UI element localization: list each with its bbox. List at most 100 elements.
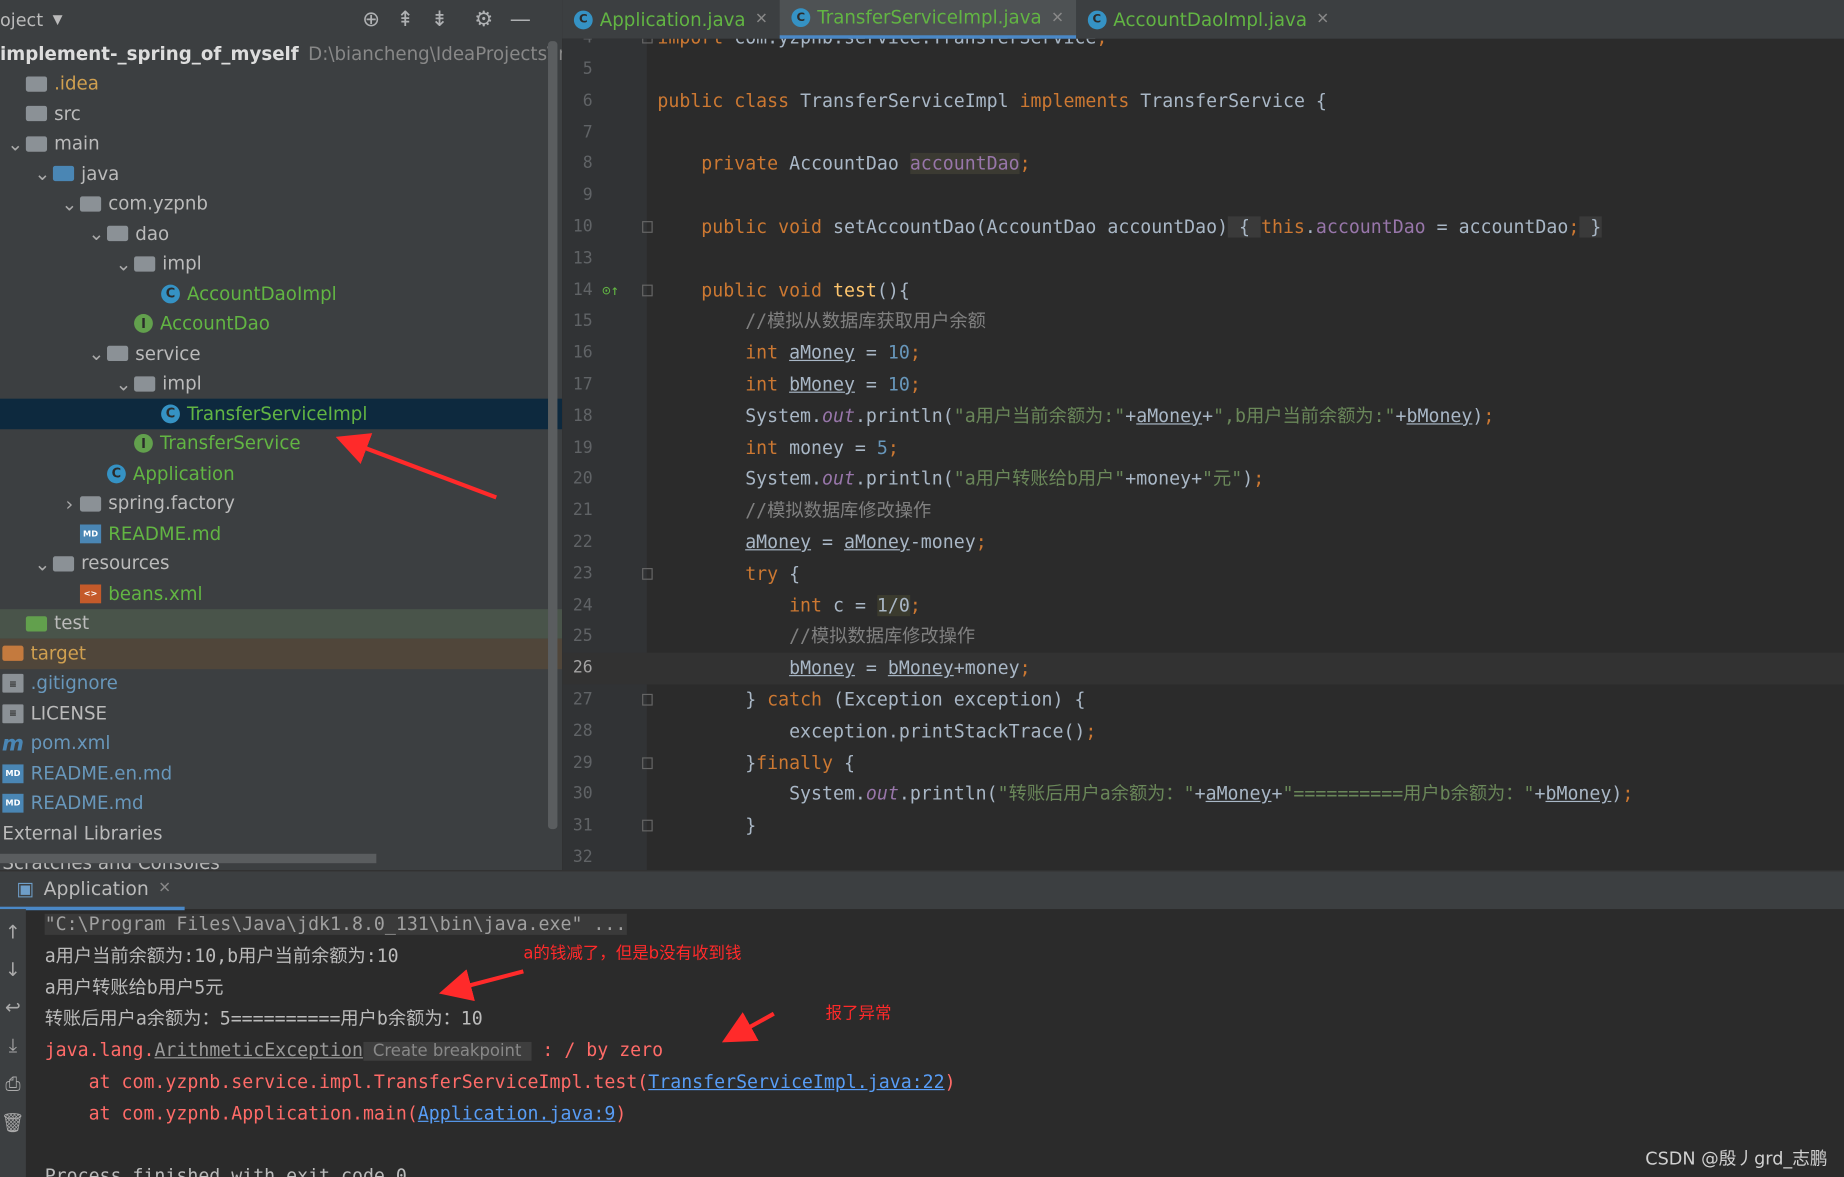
fold-marker-icon[interactable] bbox=[642, 819, 653, 832]
chevron-down-icon[interactable]: ▼ bbox=[53, 12, 63, 27]
close-icon[interactable]: ✕ bbox=[1316, 11, 1329, 29]
code-editor[interactable]: 4 import com.yzpnb.service.TransferServic… bbox=[562, 38, 1844, 871]
fold-marker-icon[interactable] bbox=[642, 756, 653, 769]
tree-item[interactable]: C Application bbox=[0, 459, 562, 489]
implements-gutter-icon[interactable]: ⊙↑ bbox=[602, 275, 619, 307]
code-line[interactable]: 30 System.out.println("转账后用户a余额为："+aMone… bbox=[562, 779, 1844, 811]
code-token: accountDao bbox=[909, 153, 1020, 175]
tree-item[interactable]: MD README.md bbox=[0, 519, 562, 549]
chevron-down-icon[interactable]: ⌄ bbox=[113, 253, 134, 275]
code-line[interactable]: 7 bbox=[562, 117, 1844, 149]
code-line[interactable]: 21 //模拟数据库修改操作 bbox=[562, 495, 1844, 527]
project-view-dropdown[interactable]: oject bbox=[0, 9, 43, 30]
close-icon[interactable]: ✕ bbox=[1051, 9, 1064, 27]
stack-trace-link[interactable]: Application.java:9 bbox=[418, 1103, 616, 1124]
vertical-scrollbar[interactable] bbox=[548, 41, 558, 830]
fold-marker-icon[interactable] bbox=[642, 221, 653, 233]
code-line[interactable]: 22 aMoney = aMoney-money; bbox=[562, 527, 1844, 559]
tree-item[interactable]: test bbox=[0, 608, 563, 639]
code-line[interactable]: 13 bbox=[562, 243, 1844, 275]
tree-item[interactable]: MD README.en.md bbox=[0, 759, 562, 789]
fold-marker-icon[interactable] bbox=[642, 567, 653, 580]
chevron-down-icon[interactable]: ⌄ bbox=[86, 223, 107, 245]
fold-marker-icon[interactable] bbox=[642, 284, 653, 296]
trash-icon[interactable]: 🗑 bbox=[1, 1111, 25, 1133]
horizontal-scrollbar[interactable] bbox=[0, 853, 377, 864]
chevron-down-icon[interactable]: ⌄ bbox=[5, 133, 26, 155]
code-line[interactable]: 28 exception.printStackTrace(); bbox=[562, 716, 1844, 748]
tree-item[interactable]: I AccountDao bbox=[0, 309, 562, 339]
tree-item[interactable]: ≡ .gitignore bbox=[0, 669, 562, 699]
chevron-down-icon[interactable]: ⌄ bbox=[86, 343, 107, 365]
tree-item[interactable]: ⌄ com.yzpnb bbox=[0, 189, 562, 219]
tree-item[interactable]: .idea bbox=[0, 69, 562, 99]
editor-tab[interactable]: C AccountDaoImpl.java ✕ bbox=[1076, 0, 1341, 39]
minimize-icon[interactable]: — bbox=[510, 7, 531, 32]
code-line[interactable]: 6 public class TransferServiceImpl implem… bbox=[562, 86, 1844, 118]
tree-item[interactable]: ⌄ service bbox=[0, 339, 562, 369]
tree-item[interactable]: ⌄ main bbox=[0, 129, 562, 159]
chevron-down-icon[interactable]: ⌄ bbox=[32, 552, 53, 574]
tree-item[interactable]: target bbox=[0, 638, 563, 669]
code-line[interactable]: 26 bMoney = bMoney+money; bbox=[562, 652, 1844, 685]
chevron-right-icon[interactable]: › bbox=[59, 492, 80, 514]
arrow-up-icon[interactable]: ↑ bbox=[5, 921, 21, 943]
arrow-down-icon[interactable]: ↓ bbox=[5, 958, 21, 980]
locate-icon[interactable]: ⊕ bbox=[362, 7, 380, 32]
tree-item[interactable]: m pom.xml bbox=[0, 729, 562, 759]
editor-tab[interactable]: C Application.java ✕ bbox=[562, 0, 779, 39]
tree-item[interactable]: › spring.factory bbox=[0, 489, 562, 519]
create-breakpoint-button[interactable]: Create breakpoint bbox=[362, 1042, 532, 1061]
project-root[interactable]: implement-_spring_of_myself D:\biancheng… bbox=[0, 39, 562, 69]
tree-item[interactable]: ⌄ resources bbox=[0, 549, 562, 579]
code-line[interactable]: 31 } bbox=[562, 810, 1844, 842]
soft-wrap-icon[interactable]: ↩ bbox=[5, 996, 21, 1018]
code-line[interactable]: 29 }finally { bbox=[562, 747, 1844, 779]
code-line[interactable]: 23 try { bbox=[562, 558, 1844, 590]
tree-item[interactable]: I TransferService bbox=[0, 429, 562, 459]
fold-marker-icon[interactable] bbox=[642, 693, 653, 706]
chevron-down-icon[interactable]: ⌄ bbox=[32, 163, 53, 185]
tab-application-run[interactable]: ▣ Application ✕ bbox=[0, 871, 185, 910]
tree-item[interactable]: ⌄ java bbox=[0, 159, 562, 189]
code-line[interactable]: 4 import com.yzpnb.service.TransferServic… bbox=[562, 38, 1844, 54]
code-line[interactable]: 17 int bMoney = 10; bbox=[562, 369, 1844, 401]
tree-item[interactable]: MD README.md bbox=[0, 789, 562, 819]
code-line[interactable]: 25 //模拟数据库修改操作 bbox=[562, 621, 1844, 653]
code-line[interactable]: 9 bbox=[562, 180, 1844, 212]
tree-item[interactable]: External Libraries bbox=[0, 819, 562, 849]
code-token: java.lang. bbox=[44, 1039, 155, 1061]
gear-icon[interactable]: ⚙ bbox=[474, 7, 493, 32]
expand-all-icon[interactable]: ⇞ bbox=[396, 7, 414, 32]
tree-item[interactable]: ⌄ impl bbox=[0, 369, 562, 399]
code-line[interactable]: 16 int aMoney = 10; bbox=[562, 338, 1844, 370]
tree-item[interactable]: ⌄ dao bbox=[0, 219, 562, 249]
code-line[interactable]: 19 int money = 5; bbox=[562, 432, 1844, 464]
close-icon[interactable]: ✕ bbox=[158, 880, 171, 898]
code-line[interactable]: 32 bbox=[562, 842, 1844, 870]
tree-item[interactable]: C TransferServiceImpl bbox=[0, 398, 563, 429]
code-line[interactable]: 14 ⊙↑ public void test(){ bbox=[562, 275, 1844, 307]
close-icon[interactable]: ✕ bbox=[755, 11, 768, 29]
tree-item[interactable]: ≡ LICENSE bbox=[0, 699, 562, 729]
print-icon[interactable]: ⎙ bbox=[5, 1073, 20, 1097]
code-line[interactable]: 5 bbox=[562, 54, 1844, 86]
tree-item[interactable]: src bbox=[0, 99, 562, 129]
chevron-down-icon[interactable]: ⌄ bbox=[113, 373, 134, 395]
code-line[interactable]: 20 System.out.println("a用户转账给b用户"+money+… bbox=[562, 464, 1844, 496]
code-line[interactable]: 10 public void setAccountDao(AccountDao … bbox=[562, 212, 1844, 244]
scroll-to-end-icon[interactable]: ⤓ bbox=[9, 1034, 17, 1058]
code-line[interactable]: 8 private AccountDao accountDao; bbox=[562, 149, 1844, 181]
collapse-all-icon[interactable]: ⇟ bbox=[431, 7, 449, 32]
code-line[interactable]: 24 int c = 1/0; bbox=[562, 590, 1844, 622]
editor-tab[interactable]: C TransferServiceImpl.java ✕ bbox=[779, 0, 1076, 39]
fold-marker-icon[interactable] bbox=[642, 38, 653, 44]
code-line[interactable]: 15 //模拟从数据库获取用户余额 bbox=[562, 306, 1844, 338]
tree-item[interactable]: <> beans.xml bbox=[0, 579, 562, 609]
stack-trace-link[interactable]: TransferServiceImpl.java:22 bbox=[648, 1071, 944, 1092]
chevron-down-icon[interactable]: ⌄ bbox=[59, 193, 80, 215]
tree-item[interactable]: ⌄ impl bbox=[0, 249, 562, 279]
tree-item[interactable]: C AccountDaoImpl bbox=[0, 279, 562, 309]
code-line[interactable]: 27 } catch (Exception exception) { bbox=[562, 684, 1844, 716]
code-line[interactable]: 18 System.out.println("a用户当前余额为:"+aMoney… bbox=[562, 401, 1844, 433]
